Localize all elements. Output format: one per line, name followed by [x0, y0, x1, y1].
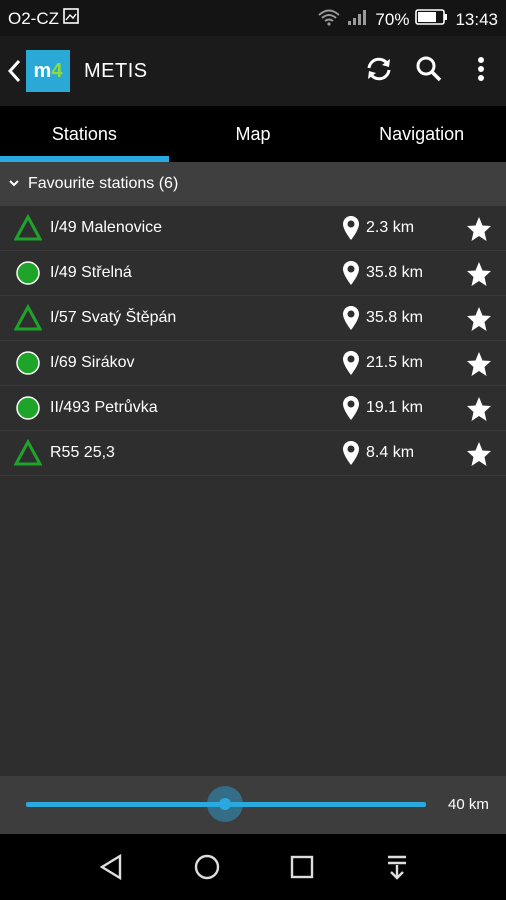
nav-back-icon[interactable]: [94, 850, 128, 884]
status-bar: O2-CZ 70% 13:43: [0, 0, 506, 36]
refresh-button[interactable]: [364, 56, 394, 86]
location-pin-icon: [342, 260, 360, 291]
image-notification-icon: [63, 8, 79, 29]
station-name: I/49 Malenovice: [50, 219, 163, 236]
location-pin-icon: [342, 440, 360, 471]
range-slider-bar: 40 km: [0, 776, 506, 834]
location-pin-icon: [342, 215, 360, 246]
station-distance: 35.8 km: [366, 309, 423, 326]
location-pin-icon: [342, 350, 360, 381]
clock: 13:43: [455, 9, 498, 29]
station-name: I/49 Střelná: [50, 264, 132, 281]
location-pin-icon: [342, 305, 360, 336]
tab-stations[interactable]: Stations: [0, 106, 169, 162]
wifi-icon: [317, 8, 341, 31]
station-distance: 21.5 km: [366, 354, 423, 371]
overflow-menu-button[interactable]: [466, 56, 496, 86]
battery-percent: 70%: [375, 9, 410, 29]
station-row[interactable]: I/69 Sirákov 21.5 km: [0, 341, 506, 386]
app-bar: m4 METIS: [0, 36, 506, 106]
station-row[interactable]: II/493 Petrůvka 19.1 km: [0, 386, 506, 431]
battery-icon: [415, 8, 449, 31]
favourite-star-icon[interactable]: [466, 261, 492, 292]
favourite-star-icon[interactable]: [466, 351, 492, 382]
nav-notifications-icon[interactable]: [380, 850, 414, 884]
back-arrow-icon[interactable]: [6, 58, 24, 89]
station-distance: 8.4 km: [366, 444, 415, 461]
nav-home-icon[interactable]: [190, 850, 224, 884]
triangle-icon: [13, 213, 43, 242]
circle-icon: [14, 259, 42, 287]
carrier-label: O2-CZ: [8, 8, 59, 28]
favourite-star-icon[interactable]: [466, 306, 492, 337]
tab-map[interactable]: Map: [169, 106, 338, 162]
triangle-icon: [13, 438, 43, 467]
favourite-star-icon[interactable]: [466, 441, 492, 472]
chevron-down-icon: [8, 175, 20, 193]
location-pin-icon: [342, 395, 360, 426]
station-name: I/69 Sirákov: [50, 354, 135, 371]
station-distance: 2.3 km: [366, 219, 415, 236]
refresh-icon: [364, 56, 394, 87]
circle-icon: [14, 394, 42, 422]
app-logo: m4: [26, 50, 70, 92]
station-row[interactable]: I/49 Malenovice 2.3 km: [0, 206, 506, 251]
more-vert-icon: [477, 56, 485, 87]
station-list: I/49 Malenovice 2.3 km I/49 Střelná 35.8…: [0, 206, 506, 476]
station-name: R55 25,3: [50, 444, 115, 461]
station-row[interactable]: I/49 Střelná 35.8 km: [0, 251, 506, 296]
range-slider-thumb[interactable]: [219, 798, 231, 810]
triangle-icon: [13, 303, 43, 332]
range-label: 40 km: [448, 796, 489, 813]
favourite-star-icon[interactable]: [466, 216, 492, 247]
tab-bar: Stations Map Navigation: [0, 106, 506, 162]
station-row[interactable]: I/57 Svatý Štěpán 35.8 km: [0, 296, 506, 341]
system-nav-bar: [0, 834, 506, 900]
favourite-stations-header[interactable]: Favourite stations (6): [0, 162, 506, 206]
search-button[interactable]: [414, 56, 444, 86]
station-row[interactable]: R55 25,3 8.4 km: [0, 431, 506, 476]
app-title: METIS: [84, 60, 148, 82]
favourite-star-icon[interactable]: [466, 396, 492, 427]
search-icon: [415, 55, 443, 88]
circle-icon: [14, 349, 42, 377]
signal-icon: [347, 8, 369, 31]
station-distance: 35.8 km: [366, 264, 423, 281]
station-name: I/57 Svatý Štěpán: [50, 309, 177, 326]
section-label: Favourite stations (6): [28, 175, 179, 192]
station-distance: 19.1 km: [366, 399, 423, 416]
nav-recents-icon[interactable]: [285, 850, 319, 884]
station-name: II/493 Petrůvka: [50, 399, 158, 416]
tab-navigation[interactable]: Navigation: [337, 106, 506, 162]
